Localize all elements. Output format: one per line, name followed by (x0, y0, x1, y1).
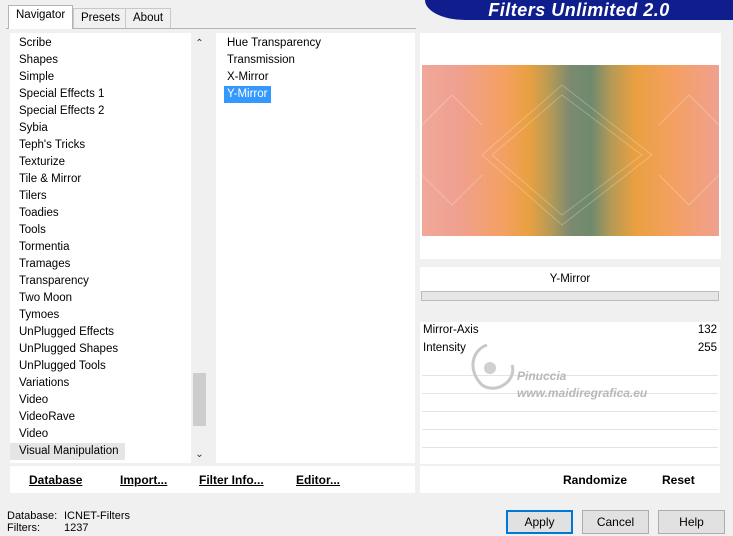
filter-item[interactable]: Hue Transparency (224, 35, 325, 52)
category-item[interactable]: Video (10, 426, 208, 443)
category-item[interactable]: Video (10, 392, 208, 409)
cancel-button[interactable]: Cancel (582, 510, 649, 534)
reset-button[interactable]: Reset (662, 473, 695, 487)
status-database-value: ICNET-Filters (64, 510, 130, 522)
param-value: 132 (697, 324, 717, 336)
randomize-button[interactable]: Randomize (563, 473, 627, 487)
category-item[interactable]: Tile & Mirror (10, 171, 208, 188)
app-banner: Filters Unlimited 2.0 (425, 0, 733, 20)
filter-item[interactable]: Transmission (224, 52, 299, 69)
category-item[interactable]: Two Moon (10, 290, 208, 307)
import-button[interactable]: Import... (120, 473, 167, 487)
category-item[interactable]: Tools (10, 222, 208, 239)
category-item[interactable]: Simple (10, 69, 208, 86)
tab-navigator[interactable]: Navigator (8, 5, 74, 29)
category-item[interactable]: Scribe (10, 35, 208, 52)
divider (422, 429, 718, 430)
category-item[interactable]: UnPlugged Tools (10, 358, 208, 375)
apply-button[interactable]: Apply (506, 510, 573, 534)
divider (422, 393, 718, 394)
category-item[interactable]: UnPlugged Shapes (10, 341, 208, 358)
category-item[interactable]: Tymoes (10, 307, 208, 324)
category-item[interactable]: Variations (10, 375, 208, 392)
tab-about[interactable]: About (125, 8, 172, 28)
param-mirror-axis[interactable]: Mirror-Axis 132 (423, 322, 717, 339)
scroll-down-icon[interactable]: ⌄ (191, 446, 208, 463)
category-item[interactable]: Tormentia (10, 239, 208, 256)
category-item[interactable]: VideoRave (10, 409, 208, 426)
editor-button[interactable]: Editor... (296, 473, 340, 487)
category-scrollbar[interactable]: ⌃ ⌄ (191, 33, 208, 463)
filter-item[interactable]: Y-Mirror (224, 86, 272, 103)
category-item[interactable]: UnPlugged Effects (10, 324, 208, 341)
param-label: Mirror-Axis (423, 324, 479, 336)
category-item[interactable]: Tramages (10, 256, 208, 273)
status-database-label: Database: (7, 510, 58, 522)
category-item[interactable]: Tilers (10, 188, 208, 205)
filter-list[interactable]: Hue Transparency Transmission X-Mirror Y-Mi… (216, 33, 415, 463)
help-button[interactable]: Help (658, 510, 725, 534)
filter-item[interactable]: X-Mirror (224, 69, 273, 86)
tab-presets[interactable]: Presets (73, 8, 128, 28)
progress-bar (421, 291, 719, 301)
scroll-up-icon[interactable]: ⌃ (191, 35, 208, 52)
param-intensity[interactable]: Intensity 255 (423, 340, 717, 357)
divider (422, 375, 718, 376)
parameters-panel: Mirror-Axis 132 Intensity 255 (420, 322, 720, 464)
category-item[interactable]: Toadies (10, 205, 208, 222)
category-list[interactable]: Scribe Shapes Simple Special Effects 1 Speci… (10, 33, 208, 463)
category-item[interactable]: Texturize (10, 154, 208, 171)
scroll-thumb[interactable] (193, 373, 206, 426)
param-label: Intensity (423, 342, 466, 354)
param-value: 255 (697, 342, 717, 354)
category-item[interactable]: Sybia (10, 120, 208, 137)
category-item[interactable]: Shapes (10, 52, 208, 69)
category-item[interactable]: Special Effects 2 (10, 103, 208, 120)
status-filters-value: 1237 (64, 522, 89, 534)
status-filters-label: Filters: (7, 522, 40, 534)
divider (422, 447, 718, 448)
filter-name-display: Y-Mirror (420, 267, 720, 291)
preview-image (422, 65, 719, 236)
category-item[interactable]: Special Effects 1 (10, 86, 208, 103)
app-title: Filters Unlimited 2.0 (488, 0, 670, 20)
filter-info-button[interactable]: Filter Info... (199, 473, 264, 487)
divider (422, 411, 718, 412)
category-item[interactable]: Teph's Tricks (10, 137, 208, 154)
database-button[interactable]: Database (29, 473, 82, 487)
category-item[interactable]: Transparency (10, 273, 208, 290)
category-item[interactable]: Visual Manipulation (10, 443, 125, 460)
